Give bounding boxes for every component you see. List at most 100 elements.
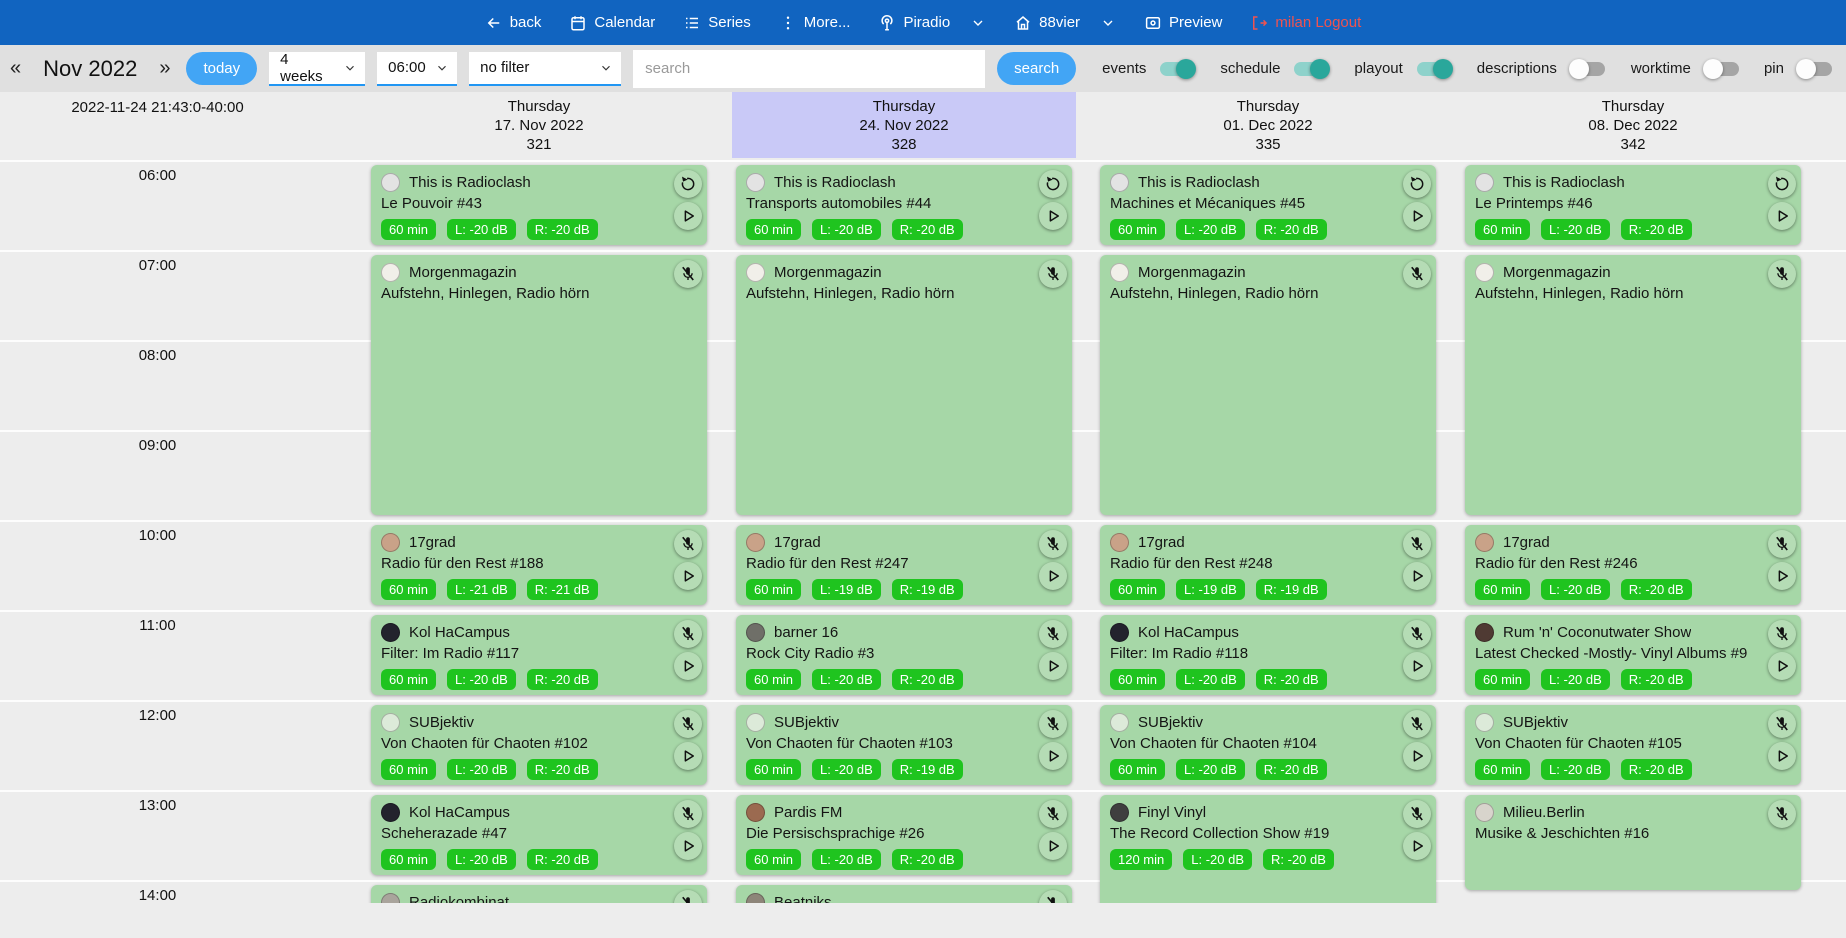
mic-off-button[interactable] (1768, 620, 1796, 648)
event-card[interactable]: SUBjektiv Von Chaoten für Chaoten #105 6… (1465, 705, 1801, 785)
event-card[interactable]: SUBjektiv Von Chaoten für Chaoten #102 6… (371, 705, 707, 785)
mic-off-button[interactable] (674, 530, 702, 558)
event-card[interactable]: Morgenmagazin Aufstehn, Hinlegen, Radio … (1465, 255, 1801, 515)
events-toggle[interactable] (1160, 62, 1194, 76)
today-button[interactable]: today (186, 52, 257, 85)
event-card[interactable]: Kol HaCampus Filter: Im Radio #117 60 mi… (371, 615, 707, 695)
nav-calendar[interactable]: Calendar (569, 14, 655, 32)
next-period-button[interactable]: » (155, 55, 174, 82)
mic-off-button[interactable] (674, 260, 702, 288)
nav-back[interactable]: back (485, 14, 542, 32)
play-button[interactable] (1403, 832, 1431, 860)
play-button[interactable] (674, 562, 702, 590)
play-button[interactable] (1039, 832, 1067, 860)
day-header[interactable]: Thursday 17. Nov 2022 321 (367, 92, 711, 158)
schedule-toggle[interactable] (1294, 62, 1328, 76)
replay-button[interactable] (1403, 170, 1431, 198)
play-button[interactable] (1039, 562, 1067, 590)
play-button[interactable] (1403, 562, 1431, 590)
play-button[interactable] (1403, 202, 1431, 230)
play-button[interactable] (674, 742, 702, 770)
station-chevron-down-icon[interactable] (1100, 15, 1116, 31)
mic-off-button[interactable] (674, 620, 702, 648)
event-card[interactable]: Kol HaCampus Filter: Im Radio #118 60 mi… (1100, 615, 1436, 695)
play-button[interactable] (1768, 202, 1796, 230)
mic-off-button[interactable] (1039, 620, 1067, 648)
play-button[interactable] (674, 832, 702, 860)
play-button[interactable] (674, 652, 702, 680)
pin-toggle[interactable] (1798, 62, 1832, 76)
play-button[interactable] (1403, 742, 1431, 770)
play-button[interactable] (1039, 652, 1067, 680)
event-card[interactable]: Finyl Vinyl The Record Collection Show #… (1100, 795, 1436, 903)
event-card[interactable]: Beatniks (736, 885, 1072, 903)
mic-off-button[interactable] (1039, 530, 1067, 558)
mic-off-button[interactable] (1039, 260, 1067, 288)
mic-off-button[interactable] (1403, 800, 1431, 828)
nav-station[interactable]: 88vier (1014, 14, 1080, 32)
search-input[interactable] (633, 50, 985, 88)
event-card[interactable]: barner 16 Rock City Radio #3 60 minL: -2… (736, 615, 1072, 695)
playout-toggle[interactable] (1417, 62, 1451, 76)
event-card[interactable]: This is Radioclash Machines et Mécanique… (1100, 165, 1436, 245)
nav-logout[interactable]: milan Logout (1250, 14, 1361, 32)
worktime-toggle[interactable] (1705, 62, 1739, 76)
mic-off-button[interactable] (1768, 800, 1796, 828)
event-card[interactable]: This is Radioclash Le Printemps #46 60 m… (1465, 165, 1801, 245)
play-button[interactable] (1039, 742, 1067, 770)
event-card[interactable]: This is Radioclash Transports automobile… (736, 165, 1072, 245)
replay-button[interactable] (1768, 170, 1796, 198)
mic-off-button[interactable] (1403, 260, 1431, 288)
range-select[interactable]: 4 weeks (269, 52, 365, 86)
event-card[interactable]: Pardis FM Die Persischsprachige #26 60 m… (736, 795, 1072, 875)
play-button[interactable] (674, 202, 702, 230)
episode-title: Die Persischsprachige #26 (746, 825, 1062, 842)
piradio-chevron-down-icon[interactable] (970, 15, 986, 31)
nav-series[interactable]: Series (683, 14, 751, 32)
replay-button[interactable] (1039, 170, 1067, 198)
mic-off-button[interactable] (1039, 800, 1067, 828)
mic-off-button[interactable] (674, 710, 702, 738)
event-card[interactable]: Morgenmagazin Aufstehn, Hinlegen, Radio … (371, 255, 707, 515)
event-card[interactable]: SUBjektiv Von Chaoten für Chaoten #103 6… (736, 705, 1072, 785)
play-button[interactable] (1768, 742, 1796, 770)
event-card[interactable]: Morgenmagazin Aufstehn, Hinlegen, Radio … (736, 255, 1072, 515)
prev-period-button[interactable]: « (6, 55, 25, 82)
event-card[interactable]: SUBjektiv Von Chaoten für Chaoten #104 6… (1100, 705, 1436, 785)
event-card[interactable]: 17grad Radio für den Rest #246 60 minL: … (1465, 525, 1801, 605)
mic-off-button[interactable] (1403, 530, 1431, 558)
mic-off-button[interactable] (1768, 710, 1796, 738)
mic-off-button[interactable] (1768, 530, 1796, 558)
day-header[interactable]: Thursday 08. Dec 2022 342 (1461, 92, 1805, 158)
filter-select[interactable]: no filter (469, 52, 621, 86)
mic-off-button[interactable] (1403, 710, 1431, 738)
nav-preview[interactable]: Preview (1144, 14, 1222, 32)
nav-more[interactable]: More... (779, 14, 851, 32)
mic-off-button[interactable] (674, 800, 702, 828)
nav-piradio[interactable]: Piradio (878, 14, 950, 32)
day-header[interactable]: Thursday 24. Nov 2022 328 (732, 92, 1076, 158)
descriptions-toggle[interactable] (1571, 62, 1605, 76)
event-card[interactable]: Radiokombinat (371, 885, 707, 903)
event-card[interactable]: Kol HaCampus Scheherazade #47 60 minL: -… (371, 795, 707, 875)
event-card[interactable]: Rum 'n' Coconutwater Show Latest Checked… (1465, 615, 1801, 695)
mic-off-button[interactable] (1768, 260, 1796, 288)
event-card[interactable]: This is Radioclash Le Pouvoir #43 60 min… (371, 165, 707, 245)
badge-row: 60 minL: -20 dBR: -20 dB (1475, 759, 1791, 780)
play-button[interactable] (1768, 562, 1796, 590)
event-card[interactable]: 17grad Radio für den Rest #247 60 minL: … (736, 525, 1072, 605)
level-right-badge: R: -20 dB (1256, 759, 1327, 780)
event-card[interactable]: Milieu.Berlin Musike & Jeschichten #16 (1465, 795, 1801, 890)
start-time-select[interactable]: 06:00 (377, 52, 457, 86)
play-button[interactable] (1403, 652, 1431, 680)
play-button[interactable] (1039, 202, 1067, 230)
event-card[interactable]: Morgenmagazin Aufstehn, Hinlegen, Radio … (1100, 255, 1436, 515)
replay-button[interactable] (674, 170, 702, 198)
search-button[interactable]: search (997, 52, 1076, 85)
play-button[interactable] (1768, 652, 1796, 680)
mic-off-button[interactable] (1039, 710, 1067, 738)
event-card[interactable]: 17grad Radio für den Rest #248 60 minL: … (1100, 525, 1436, 605)
event-card[interactable]: 17grad Radio für den Rest #188 60 minL: … (371, 525, 707, 605)
mic-off-button[interactable] (1403, 620, 1431, 648)
day-header[interactable]: Thursday 01. Dec 2022 335 (1096, 92, 1440, 158)
